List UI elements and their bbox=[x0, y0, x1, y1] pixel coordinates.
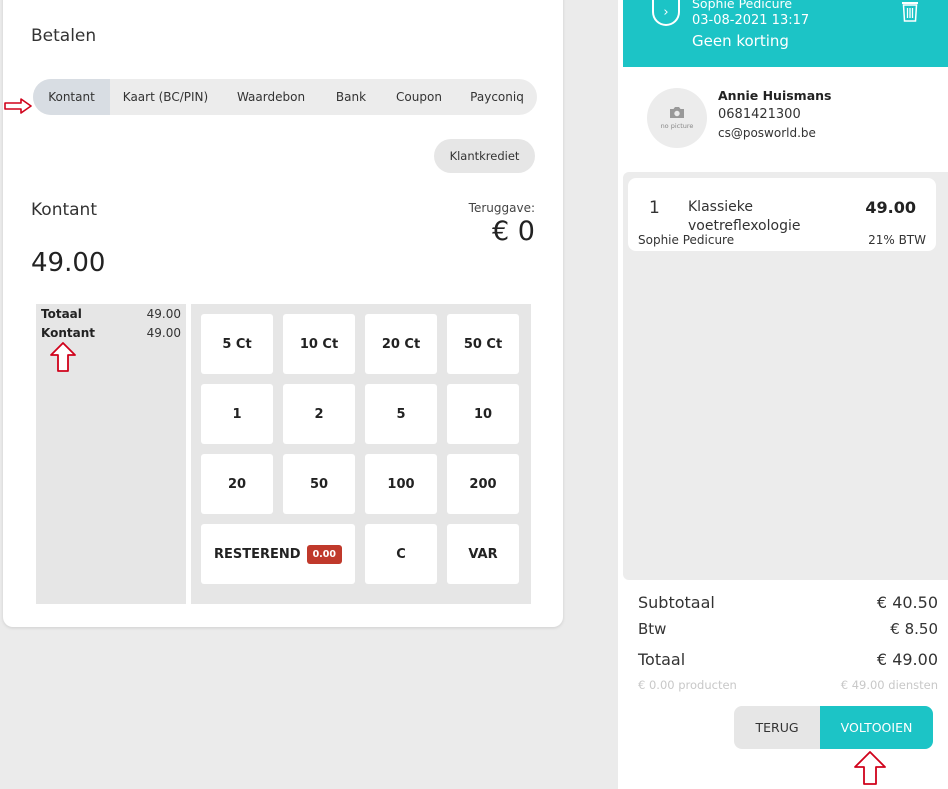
tab-waardebon[interactable]: Waardebon bbox=[221, 79, 321, 115]
tab-payconiq[interactable]: Payconiq bbox=[457, 79, 537, 115]
key-1[interactable]: 1 bbox=[201, 384, 273, 444]
remaining-badge: 0.00 bbox=[306, 544, 343, 564]
annotation-arrow-up-icon bbox=[854, 751, 886, 785]
tab-bank[interactable]: Bank bbox=[321, 79, 381, 115]
cart-item[interactable]: 1 Klassieke voetreflexologie 49.00 Sophi… bbox=[628, 178, 936, 251]
key-10[interactable]: 10 bbox=[447, 384, 519, 444]
complete-button[interactable]: VOLTOOIEN bbox=[820, 706, 933, 749]
staff-name: Sophie Pedicure bbox=[692, 0, 793, 11]
key-200[interactable]: 200 bbox=[447, 454, 519, 514]
summary-value: 49.00 bbox=[146, 325, 181, 340]
page-title: Betalen bbox=[31, 26, 97, 46]
camera-icon bbox=[670, 107, 684, 118]
breakdown-row: € 0.00 producten € 49.00 diensten bbox=[638, 678, 938, 698]
key-5ct[interactable]: 5 Ct bbox=[201, 314, 273, 374]
item-price: 49.00 bbox=[865, 198, 916, 217]
payment-card: Betalen Kontant Kaart (BC/PIN) Waardebon… bbox=[3, 0, 563, 627]
annotation-arrow-right-icon bbox=[4, 98, 32, 114]
item-name: Klassieke voetreflexologie bbox=[688, 199, 801, 234]
vat-label: Btw bbox=[638, 620, 667, 638]
trash-icon[interactable] bbox=[899, 0, 921, 22]
key-20ct[interactable]: 20 Ct bbox=[365, 314, 437, 374]
remaining-button[interactable]: RESTEREND 0.00 bbox=[201, 524, 355, 584]
change-label: Teruggave: bbox=[468, 201, 535, 215]
payment-amount: 49.00 bbox=[31, 248, 106, 278]
item-vat: 21% BTW bbox=[868, 233, 926, 247]
annotation-arrow-up-icon bbox=[50, 342, 76, 372]
total-label: Totaal bbox=[638, 650, 686, 669]
payment-method-tabs: Kontant Kaart (BC/PIN) Waardebon Bank Co… bbox=[33, 79, 537, 115]
selected-method-label: Kontant bbox=[31, 200, 97, 220]
key-100[interactable]: 100 bbox=[365, 454, 437, 514]
customer-phone: 0681421300 bbox=[718, 107, 801, 122]
clear-button[interactable]: C bbox=[365, 524, 437, 584]
order-panel: › Sophie Pedicure 03-08-2021 13:17 Geen … bbox=[618, 0, 948, 789]
discount-label[interactable]: Geen korting bbox=[692, 32, 789, 50]
avatar-placeholder-text: no picture bbox=[660, 122, 694, 130]
summary-label: Kontant bbox=[41, 325, 95, 340]
change-value: € 0 bbox=[492, 216, 535, 247]
summary-label: Totaal bbox=[41, 306, 82, 321]
key-5[interactable]: 5 bbox=[365, 384, 437, 444]
customer-credit-button[interactable]: Klantkrediet bbox=[434, 139, 535, 173]
cart-list: 1 Klassieke voetreflexologie 49.00 Sophi… bbox=[623, 172, 948, 580]
key-2[interactable]: 2 bbox=[283, 384, 355, 444]
order-header: › Sophie Pedicure 03-08-2021 13:17 Geen … bbox=[623, 0, 948, 67]
summary-value: 49.00 bbox=[146, 306, 181, 321]
services-total: € 49.00 diensten bbox=[840, 678, 938, 692]
summary-row-total: Totaal 49.00 bbox=[36, 304, 186, 323]
summary-row-kontant: Kontant 49.00 bbox=[36, 323, 186, 342]
tab-coupon[interactable]: Coupon bbox=[381, 79, 457, 115]
action-buttons: TERUG VOLTOOIEN bbox=[734, 706, 933, 749]
item-staff: Sophie Pedicure bbox=[638, 233, 735, 247]
subtotal-label: Subtotaal bbox=[638, 593, 715, 612]
total-row: Totaal € 49.00 bbox=[638, 650, 938, 678]
tab-kaart[interactable]: Kaart (BC/PIN) bbox=[110, 79, 221, 115]
products-total: € 0.00 producten bbox=[638, 678, 737, 692]
customer-name: Annie Huismans bbox=[718, 88, 832, 103]
cash-keypad: 5 Ct 10 Ct 20 Ct 50 Ct 1 2 5 10 20 50 10… bbox=[191, 304, 531, 604]
chevron-right-icon[interactable]: › bbox=[652, 0, 680, 26]
order-totals: Subtotaal € 40.50 Btw € 8.50 Totaal € 49… bbox=[638, 593, 938, 698]
key-20[interactable]: 20 bbox=[201, 454, 273, 514]
key-50[interactable]: 50 bbox=[283, 454, 355, 514]
key-50ct[interactable]: 50 Ct bbox=[447, 314, 519, 374]
item-quantity: 1 bbox=[649, 198, 660, 218]
back-button[interactable]: TERUG bbox=[734, 706, 820, 749]
customer-email: cs@posworld.be bbox=[718, 126, 816, 140]
key-10ct[interactable]: 10 Ct bbox=[283, 314, 355, 374]
vat-value: € 8.50 bbox=[890, 620, 938, 638]
var-button[interactable]: VAR bbox=[447, 524, 519, 584]
vat-row: Btw € 8.50 bbox=[638, 620, 938, 650]
subtotal-row: Subtotaal € 40.50 bbox=[638, 593, 938, 620]
subtotal-value: € 40.50 bbox=[876, 593, 938, 612]
order-datetime: 03-08-2021 13:17 bbox=[692, 13, 810, 28]
total-value: € 49.00 bbox=[876, 650, 938, 669]
avatar[interactable]: no picture bbox=[647, 88, 707, 148]
tab-kontant[interactable]: Kontant bbox=[33, 79, 110, 115]
remaining-label: RESTEREND bbox=[213, 546, 301, 562]
